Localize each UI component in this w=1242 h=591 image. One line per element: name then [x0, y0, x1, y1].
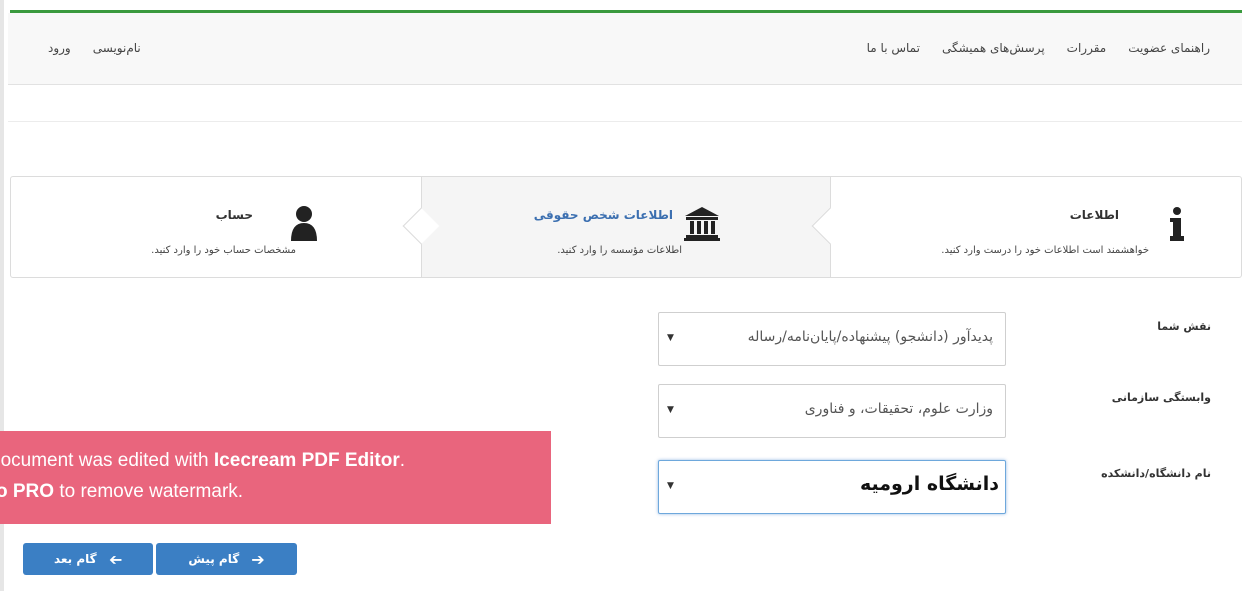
chevron-down-icon: ▼ — [667, 481, 674, 491]
step-account-desc: مشخصات حساب خود را وارد کنید. — [151, 245, 296, 256]
wizard-steps: حساب مشخصات حساب خود را وارد کنید. اطلاع… — [10, 176, 1242, 278]
role-label: نقش شما — [1157, 320, 1211, 333]
nav-membership-guide[interactable]: راهنمای عضویت — [1128, 41, 1210, 55]
university-select[interactable]: ▼ دانشگاه ارومیه — [658, 460, 1006, 514]
watermark-text: to remove watermark. — [54, 481, 244, 502]
role-value: پدیدآور (دانشجو) پیشنهاده/پایان‌نامه/رسا… — [747, 329, 993, 345]
arrow-right-icon: ➔ — [251, 549, 265, 569]
divider — [8, 121, 1242, 122]
step-info[interactable]: اطلاعات خواهشمند است اطلاعات خود را درست… — [811, 177, 1241, 277]
arrow-left-icon: ➔ — [108, 549, 123, 569]
nav-left-group: نام‌نویسی ورود — [48, 41, 141, 55]
prev-step-label: گام پیش — [188, 552, 240, 566]
nav-login[interactable]: ورود — [48, 41, 71, 55]
step-info-title: اطلاعات — [1069, 208, 1119, 222]
watermark-pro: o PRO — [0, 481, 55, 502]
step-legal-desc: اطلاعات مؤسسه را وارد کنید. — [557, 245, 682, 256]
step-legal-title: اطلاعات شخص حقوقی — [533, 208, 673, 222]
step-account-title: حساب — [215, 208, 253, 222]
chevron-down-icon: ▼ — [667, 333, 674, 343]
user-icon — [289, 205, 319, 244]
next-step-button[interactable]: ➔ گام بعد — [23, 543, 153, 575]
step-legal-entity[interactable]: اطلاعات شخص حقوقی اطلاعات مؤسسه را وارد … — [402, 177, 831, 277]
chevron-down-icon: ▼ — [667, 405, 674, 415]
affiliation-label: وابستگی سازمانی — [1111, 391, 1211, 404]
nav-contact[interactable]: تماس با ما — [867, 41, 920, 55]
info-icon — [1169, 207, 1185, 244]
institution-icon — [684, 207, 720, 244]
nav-faq[interactable]: پرسش‌های همیشگی — [942, 41, 1045, 55]
watermark-text: document was edited with — [0, 450, 214, 471]
watermark-brand: Icecream PDF Editor — [213, 450, 400, 471]
nav-regulations[interactable]: مقررات — [1067, 41, 1107, 55]
nav-right-group: راهنمای عضویت مقررات پرسش‌های همیشگی تما… — [867, 41, 1210, 55]
next-step-label: گام بعد — [53, 552, 97, 566]
watermark-text: . — [399, 450, 406, 471]
step-account[interactable]: حساب مشخصات حساب خود را وارد کنید. — [11, 177, 421, 277]
watermark-banner: document was edited with Icecream PDF Ed… — [0, 431, 551, 524]
step-info-desc: خواهشمند است اطلاعات خود را درست وارد کن… — [941, 245, 1149, 256]
prev-step-button[interactable]: ➔ گام پیش — [156, 543, 297, 575]
affiliation-value: وزارت علوم، تحقیقات، و فناوری — [804, 401, 993, 417]
university-value: دانشگاه ارومیه — [859, 473, 999, 495]
nav-register[interactable]: نام‌نویسی — [93, 41, 141, 55]
top-navbar: راهنمای عضویت مقررات پرسش‌های همیشگی تما… — [8, 13, 1242, 85]
university-label: نام دانشگاه/دانشکده — [1101, 467, 1211, 480]
role-select[interactable]: ▼ پدیدآور (دانشجو) پیشنهاده/پایان‌نامه/ر… — [658, 312, 1006, 366]
affiliation-select[interactable]: ▼ وزارت علوم، تحقیقات، و فناوری — [658, 384, 1006, 438]
